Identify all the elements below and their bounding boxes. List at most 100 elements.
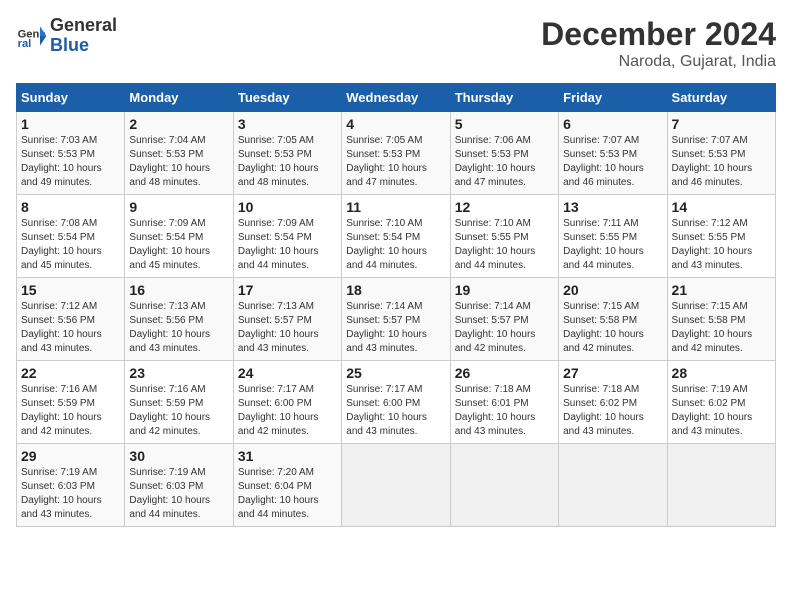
day-number: 27: [563, 365, 662, 381]
day-number: 19: [455, 282, 554, 298]
title-block: December 2024 Naroda, Gujarat, India: [541, 16, 776, 71]
day-info: Sunrise: 7:11 AMSunset: 5:55 PMDaylight:…: [563, 217, 662, 273]
day-number: 23: [129, 365, 228, 381]
day-number: 4: [346, 116, 445, 132]
calendar-cell: 27 Sunrise: 7:18 AMSunset: 6:02 PMDayligh…: [559, 361, 667, 444]
day-info: Sunrise: 7:18 AMSunset: 6:01 PMDaylight:…: [455, 383, 554, 439]
day-info: Sunrise: 7:13 AMSunset: 5:57 PMDaylight:…: [238, 300, 337, 356]
calendar-week-5: 29 Sunrise: 7:19 AMSunset: 6:03 PMDayligh…: [17, 444, 776, 527]
day-info: Sunrise: 7:18 AMSunset: 6:02 PMDaylight:…: [563, 383, 662, 439]
logo-icon: Gene ral: [16, 20, 48, 52]
day-info: Sunrise: 7:19 AMSunset: 6:02 PMDaylight:…: [672, 383, 771, 439]
calendar-cell: 4Sunrise: 7:05 AMSunset: 5:53 PMDaylight…: [342, 112, 450, 195]
day-number: 25: [346, 365, 445, 381]
calendar-cell: 19 Sunrise: 7:14 AMSunset: 5:57 PMDayligh…: [450, 278, 558, 361]
col-header-saturday: Saturday: [667, 84, 775, 112]
day-info: Sunrise: 7:04 AMSunset: 5:53 PMDaylight:…: [129, 134, 228, 190]
day-info: Sunrise: 7:05 AMSunset: 5:53 PMDaylight:…: [238, 134, 337, 190]
day-number: 31: [238, 448, 337, 464]
month-title: December 2024: [541, 16, 776, 53]
calendar-cell: 3 Sunrise: 7:05 AMSunset: 5:53 PMDaylight…: [233, 112, 341, 195]
day-number: 26: [455, 365, 554, 381]
day-number: 18: [346, 282, 445, 298]
day-info: Sunrise: 7:12 AMSunset: 5:55 PMDaylight:…: [672, 217, 771, 273]
day-info: Sunrise: 7:06 AMSunset: 5:53 PMDaylight:…: [455, 134, 554, 190]
day-number: 17: [238, 282, 337, 298]
day-info: Sunrise: 7:17 AMSunset: 6:00 PMDaylight:…: [346, 383, 445, 439]
calendar-cell: [667, 444, 775, 527]
calendar-cell: 21 Sunrise: 7:15 AMSunset: 5:58 PMDayligh…: [667, 278, 775, 361]
calendar-week-4: 22 Sunrise: 7:16 AMSunset: 5:59 PMDayligh…: [17, 361, 776, 444]
day-info: Sunrise: 7:19 AMSunset: 6:03 PMDaylight:…: [21, 466, 120, 522]
calendar-cell: 14Sunrise: 7:12 AMSunset: 5:55 PMDayligh…: [667, 195, 775, 278]
day-number: 28: [672, 365, 771, 381]
day-number: 29: [21, 448, 120, 464]
calendar-cell: 22Sunrise: 7:16 AMSunset: 5:59 PMDayligh…: [17, 361, 125, 444]
calendar-cell: 7 Sunrise: 7:07 AMSunset: 5:53 PMDaylight…: [667, 112, 775, 195]
day-number: 30: [129, 448, 228, 464]
calendar-cell: 23 Sunrise: 7:16 AMSunset: 5:59 PMDayligh…: [125, 361, 233, 444]
calendar-cell: 25 Sunrise: 7:17 AMSunset: 6:00 PMDayligh…: [342, 361, 450, 444]
calendar-week-2: 8 Sunrise: 7:08 AMSunset: 5:54 PMDaylight…: [17, 195, 776, 278]
calendar-cell: 6Sunrise: 7:07 AMSunset: 5:53 PMDaylight…: [559, 112, 667, 195]
calendar-cell: 15Sunrise: 7:12 AMSunset: 5:56 PMDayligh…: [17, 278, 125, 361]
calendar-week-1: 1 Sunrise: 7:03 AMSunset: 5:53 PMDaylight…: [17, 112, 776, 195]
day-info: Sunrise: 7:10 AMSunset: 5:55 PMDaylight:…: [455, 217, 554, 273]
day-info: Sunrise: 7:08 AMSunset: 5:54 PMDaylight:…: [21, 217, 120, 273]
calendar-cell: 9 Sunrise: 7:09 AMSunset: 5:54 PMDaylight…: [125, 195, 233, 278]
col-header-sunday: Sunday: [17, 84, 125, 112]
day-info: Sunrise: 7:03 AMSunset: 5:53 PMDaylight:…: [21, 134, 120, 190]
day-number: 2: [129, 116, 228, 132]
day-info: Sunrise: 7:19 AMSunset: 6:03 PMDaylight:…: [129, 466, 228, 522]
calendar-cell: 18 Sunrise: 7:14 AMSunset: 5:57 PMDayligh…: [342, 278, 450, 361]
day-info: Sunrise: 7:15 AMSunset: 5:58 PMDaylight:…: [672, 300, 771, 356]
logo-text: General Blue: [50, 16, 117, 56]
day-number: 6: [563, 116, 662, 132]
calendar-cell: 30 Sunrise: 7:19 AMSunset: 6:03 PMDayligh…: [125, 444, 233, 527]
col-header-tuesday: Tuesday: [233, 84, 341, 112]
calendar-table: SundayMondayTuesdayWednesdayThursdayFrid…: [16, 83, 776, 527]
calendar-cell: 16Sunrise: 7:13 AMSunset: 5:56 PMDayligh…: [125, 278, 233, 361]
calendar-cell: 5 Sunrise: 7:06 AMSunset: 5:53 PMDaylight…: [450, 112, 558, 195]
page-header: Gene ral General Blue December 2024 Naro…: [16, 16, 776, 71]
calendar-week-3: 15Sunrise: 7:12 AMSunset: 5:56 PMDayligh…: [17, 278, 776, 361]
calendar-cell: 28 Sunrise: 7:19 AMSunset: 6:02 PMDayligh…: [667, 361, 775, 444]
calendar-cell: [559, 444, 667, 527]
calendar-cell: 31Sunrise: 7:20 AMSunset: 6:04 PMDayligh…: [233, 444, 341, 527]
day-number: 24: [238, 365, 337, 381]
day-number: 12: [455, 199, 554, 215]
calendar-cell: 12 Sunrise: 7:10 AMSunset: 5:55 PMDayligh…: [450, 195, 558, 278]
col-header-friday: Friday: [559, 84, 667, 112]
logo: Gene ral General Blue: [16, 16, 117, 56]
day-number: 21: [672, 282, 771, 298]
calendar-cell: 29 Sunrise: 7:19 AMSunset: 6:03 PMDayligh…: [17, 444, 125, 527]
calendar-cell: [450, 444, 558, 527]
day-number: 9: [129, 199, 228, 215]
calendar-header-row: SundayMondayTuesdayWednesdayThursdayFrid…: [17, 84, 776, 112]
svg-text:ral: ral: [18, 38, 32, 50]
day-info: Sunrise: 7:07 AMSunset: 5:53 PMDaylight:…: [672, 134, 771, 190]
calendar-cell: 2 Sunrise: 7:04 AMSunset: 5:53 PMDaylight…: [125, 112, 233, 195]
col-header-thursday: Thursday: [450, 84, 558, 112]
day-number: 16: [129, 282, 228, 298]
calendar-cell: 20Sunrise: 7:15 AMSunset: 5:58 PMDayligh…: [559, 278, 667, 361]
calendar-cell: [342, 444, 450, 527]
day-info: Sunrise: 7:16 AMSunset: 5:59 PMDaylight:…: [129, 383, 228, 439]
day-info: Sunrise: 7:14 AMSunset: 5:57 PMDaylight:…: [346, 300, 445, 356]
day-number: 8: [21, 199, 120, 215]
calendar-cell: 17 Sunrise: 7:13 AMSunset: 5:57 PMDayligh…: [233, 278, 341, 361]
calendar-cell: 13Sunrise: 7:11 AMSunset: 5:55 PMDayligh…: [559, 195, 667, 278]
col-header-monday: Monday: [125, 84, 233, 112]
day-number: 5: [455, 116, 554, 132]
calendar-cell: 26 Sunrise: 7:18 AMSunset: 6:01 PMDayligh…: [450, 361, 558, 444]
day-info: Sunrise: 7:09 AMSunset: 5:54 PMDaylight:…: [129, 217, 228, 273]
day-number: 3: [238, 116, 337, 132]
day-info: Sunrise: 7:14 AMSunset: 5:57 PMDaylight:…: [455, 300, 554, 356]
day-info: Sunrise: 7:10 AMSunset: 5:54 PMDaylight:…: [346, 217, 445, 273]
day-info: Sunrise: 7:12 AMSunset: 5:56 PMDaylight:…: [21, 300, 120, 356]
day-number: 1: [21, 116, 120, 132]
day-number: 22: [21, 365, 120, 381]
day-number: 7: [672, 116, 771, 132]
day-info: Sunrise: 7:17 AMSunset: 6:00 PMDaylight:…: [238, 383, 337, 439]
day-info: Sunrise: 7:09 AMSunset: 5:54 PMDaylight:…: [238, 217, 337, 273]
